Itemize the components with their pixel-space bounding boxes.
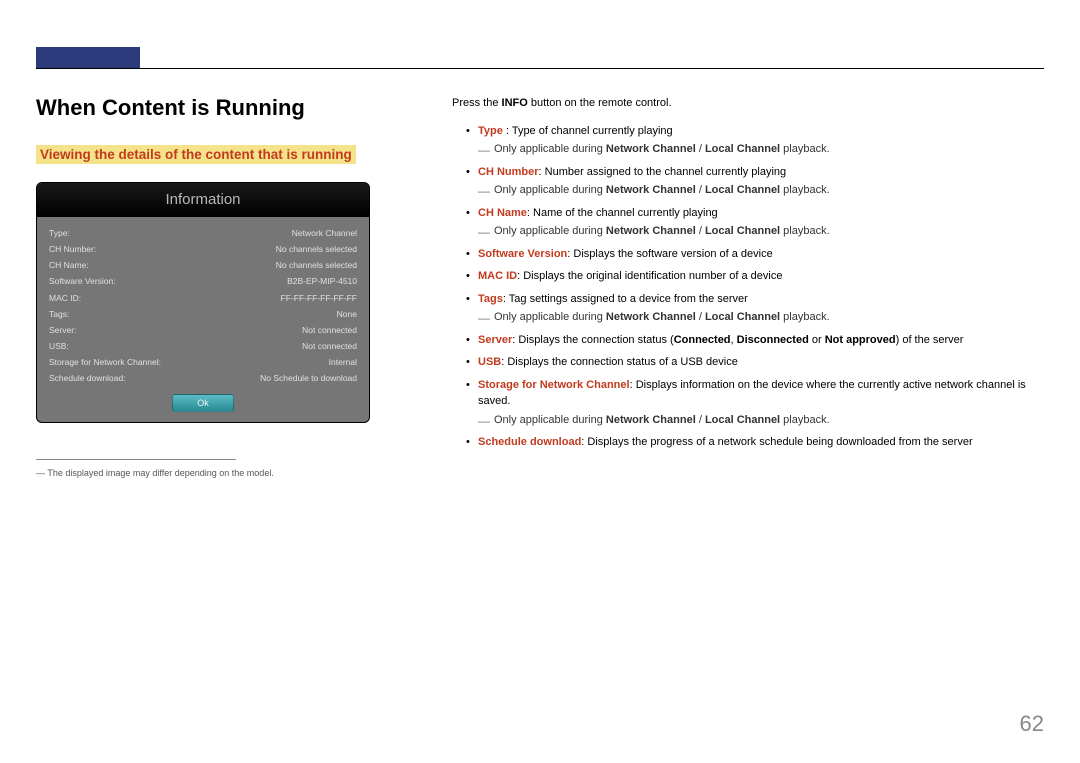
info-row: Type:Network Channel [49,225,357,241]
info-row: CH Name:No channels selected [49,257,357,273]
applicability-note: Only applicable during Network Channel /… [478,412,1044,429]
list-item: USB: Displays the connection status of a… [466,354,1044,371]
details-list: Type : Type of channel currently playing… [452,123,1044,451]
info-row: Storage for Network Channel:Internal [49,354,357,370]
page-heading: When Content is Running [36,95,436,121]
list-item: Server: Displays the connection status (… [466,332,1044,349]
info-row: Tags:None [49,306,357,322]
dialog-body: Type:Network Channel CH Number:No channe… [37,217,369,392]
section-subheading: Viewing the details of the content that … [36,145,356,164]
info-row: CH Number:No channels selected [49,241,357,257]
ok-button[interactable]: Ok [172,394,234,412]
header-accent-box [36,47,140,69]
info-row: Software Version:B2B-EP-MIP-4510 [49,273,357,289]
list-item: Type : Type of channel currently playing… [466,123,1044,158]
footnote-text: The displayed image may differ depending… [36,468,436,478]
list-item: Tags: Tag settings assigned to a device … [466,291,1044,326]
applicability-note: Only applicable during Network Channel /… [478,223,1044,240]
information-dialog: Information Type:Network Channel CH Numb… [36,182,370,423]
footnote-rule [36,459,236,460]
page-number: 62 [1020,711,1044,737]
dialog-title: Information [37,183,369,217]
applicability-note: Only applicable during Network Channel /… [478,141,1044,158]
info-row: Server:Not connected [49,322,357,338]
list-item: Schedule download: Displays the progress… [466,434,1044,451]
list-item: CH Name: Name of the channel currently p… [466,205,1044,240]
list-item: Storage for Network Channel: Displays in… [466,377,1044,429]
applicability-note: Only applicable during Network Channel /… [478,182,1044,199]
list-item: Software Version: Displays the software … [466,246,1044,263]
header-rule [36,68,1044,69]
applicability-note: Only applicable during Network Channel /… [478,309,1044,326]
list-item: MAC ID: Displays the original identifica… [466,268,1044,285]
info-row: MAC ID:FF-FF-FF-FF-FF-FF [49,290,357,306]
info-row: Schedule download:No Schedule to downloa… [49,370,357,386]
intro-text: Press the INFO button on the remote cont… [452,95,1044,113]
list-item: CH Number: Number assigned to the channe… [466,164,1044,199]
info-row: USB:Not connected [49,338,357,354]
